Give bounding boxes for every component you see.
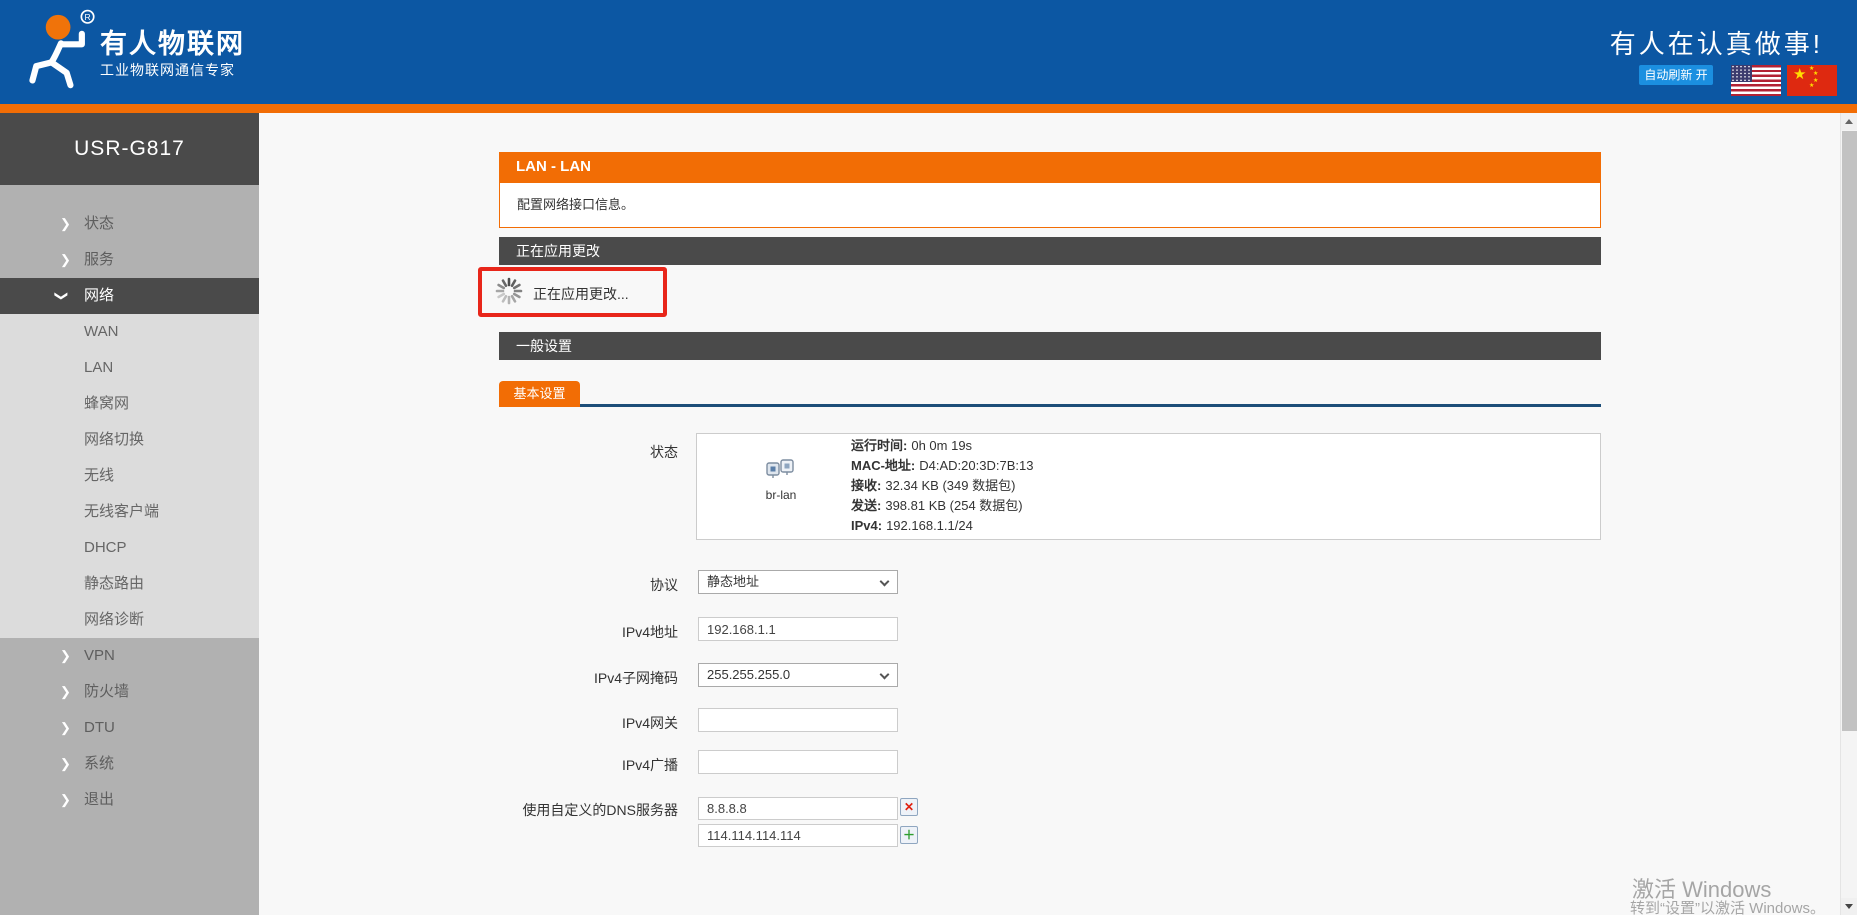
custom-dns-label: 使用自定义的DNS服务器 (400, 800, 678, 820)
interface-status-box (696, 433, 1601, 540)
scrollbar-thumb[interactable] (1842, 131, 1857, 731)
status-line: 运行时间:0h 0m 19s (851, 436, 1033, 456)
network-submenu: WAN LAN 蜂窝网 网络切换 无线 无线客户端 DHCP 静态路由 网络诊断 (0, 314, 259, 638)
chevron-right-icon: ❯ (60, 638, 71, 674)
ipv4-netmask-label: IPv4子网掩码 (400, 668, 678, 688)
scroll-up-button[interactable] (1841, 113, 1857, 130)
windows-activation-watermark-sub: 转到“设置”以激活 Windows。 (1630, 897, 1825, 915)
protocol-select[interactable]: 静态地址 (698, 570, 898, 594)
chevron-right-icon: ❯ (60, 710, 71, 746)
sidebar: USR-G817 ❯ 状态 ❯ 服务 ❯ 网络 WAN LAN 蜂窝网 网络切换… (0, 113, 259, 915)
ethernet-bridge-icon (764, 458, 798, 480)
ipv4-gateway-input[interactable] (698, 708, 898, 732)
ipv4-broadcast-label: IPv4广播 (400, 755, 678, 775)
orange-accent-stripe (0, 104, 1857, 113)
interface-status-details: 运行时间:0h 0m 19s MAC-地址:D4:AD:20:3D:7B:13 … (851, 436, 1033, 536)
dns-server-input-2[interactable] (698, 824, 898, 847)
red-annotation-rectangle (478, 267, 667, 317)
chevron-down-icon (880, 670, 890, 680)
sidebar-item-firewall[interactable]: ❯ 防火墙 (0, 674, 259, 710)
auto-refresh-toggle[interactable]: 自动刷新 开 (1639, 65, 1713, 85)
dns-server-input-1[interactable] (698, 797, 898, 820)
status-line: MAC-地址:D4:AD:20:3D:7B:13 (851, 456, 1033, 476)
chevron-right-icon: ❯ (60, 746, 71, 782)
sidebar-item-network-diagnostics[interactable]: 网络诊断 (0, 602, 259, 638)
page-description: 配置网络接口信息。 (499, 182, 1601, 228)
top-header: R 有人物联网 工业物联网通信专家 有人在认真做事! 自动刷新 开 ★ ★ ★ … (0, 0, 1857, 104)
chevron-down-icon (880, 577, 890, 587)
applying-changes-bar: 正在应用更改 (499, 237, 1601, 265)
sidebar-item-network[interactable]: ❯ 网络 (0, 278, 259, 314)
interface-block: br-lan (736, 458, 826, 502)
status-line: 接收:32.34 KB (349 数据包) (851, 476, 1033, 496)
chevron-right-icon: ❯ (60, 782, 71, 818)
interface-name: br-lan (736, 488, 826, 502)
ipv4-address-label: IPv4地址 (400, 622, 678, 642)
protocol-label: 协议 (400, 575, 678, 595)
sidebar-item-vpn[interactable]: ❯ VPN (0, 638, 259, 674)
sidebar-item-system[interactable]: ❯ 系统 (0, 746, 259, 782)
usr-iot-logo-icon: R (22, 6, 98, 94)
status-line: 发送:398.81 KB (254 数据包) (851, 496, 1033, 516)
vertical-scrollbar[interactable] (1840, 113, 1857, 915)
ipv4-netmask-select[interactable]: 255.255.255.0 (698, 663, 898, 687)
tab-basic-settings[interactable]: 基本设置 (499, 381, 580, 407)
chevron-right-icon: ❯ (60, 242, 71, 278)
ipv4-address-input[interactable] (698, 617, 898, 641)
sidebar-item-lan[interactable]: LAN (0, 350, 259, 386)
ipv4-gateway-label: IPv4网关 (400, 713, 678, 733)
sidebar-item-status[interactable]: ❯ 状态 (0, 206, 259, 242)
brand-subtitle: 工业物联网通信专家 (100, 60, 235, 80)
add-dns-icon[interactable]: ＋ (900, 826, 918, 844)
brand-title: 有人物联网 (100, 22, 245, 61)
sidebar-item-dtu[interactable]: ❯ DTU (0, 710, 259, 746)
language-english-flag-icon[interactable] (1731, 65, 1781, 96)
sidebar-item-cellular[interactable]: 蜂窝网 (0, 386, 259, 422)
device-model-title: USR-G817 (0, 113, 259, 185)
header-slogan: 有人在认真做事! (1610, 24, 1823, 61)
sidebar-item-wireless-client[interactable]: 无线客户端 (0, 494, 259, 530)
chevron-right-icon: ❯ (60, 206, 71, 242)
triangle-up-icon (1845, 119, 1853, 124)
status-field-label: 状态 (400, 442, 678, 462)
sidebar-item-services[interactable]: ❯ 服务 (0, 242, 259, 278)
delete-dns-icon[interactable]: ✕ (900, 798, 918, 816)
sidebar-item-logout[interactable]: ❯ 退出 (0, 782, 259, 818)
scroll-down-button[interactable] (1841, 898, 1857, 915)
sidebar-item-static-routes[interactable]: 静态路由 (0, 566, 259, 602)
sidebar-item-dhcp[interactable]: DHCP (0, 530, 259, 566)
chevron-right-icon: ❯ (60, 674, 71, 710)
sidebar-item-wireless[interactable]: 无线 (0, 458, 259, 494)
router-admin-page: R 有人物联网 工业物联网通信专家 有人在认真做事! 自动刷新 开 ★ ★ ★ … (0, 0, 1857, 915)
triangle-down-icon (1845, 904, 1853, 909)
status-line: IPv4:192.168.1.1/24 (851, 516, 1033, 536)
ipv4-broadcast-input[interactable] (698, 750, 898, 774)
sidebar-item-network-switch[interactable]: 网络切换 (0, 422, 259, 458)
language-chinese-flag-icon[interactable]: ★ ★ ★ ★ ★ (1787, 65, 1837, 96)
svg-text:R: R (84, 12, 90, 22)
tab-underline (580, 404, 1601, 407)
chevron-down-icon: ❯ (43, 291, 79, 302)
sidebar-item-wan[interactable]: WAN (0, 314, 259, 350)
page-title: LAN - LAN (499, 152, 1601, 182)
general-settings-bar: 一般设置 (499, 332, 1601, 360)
